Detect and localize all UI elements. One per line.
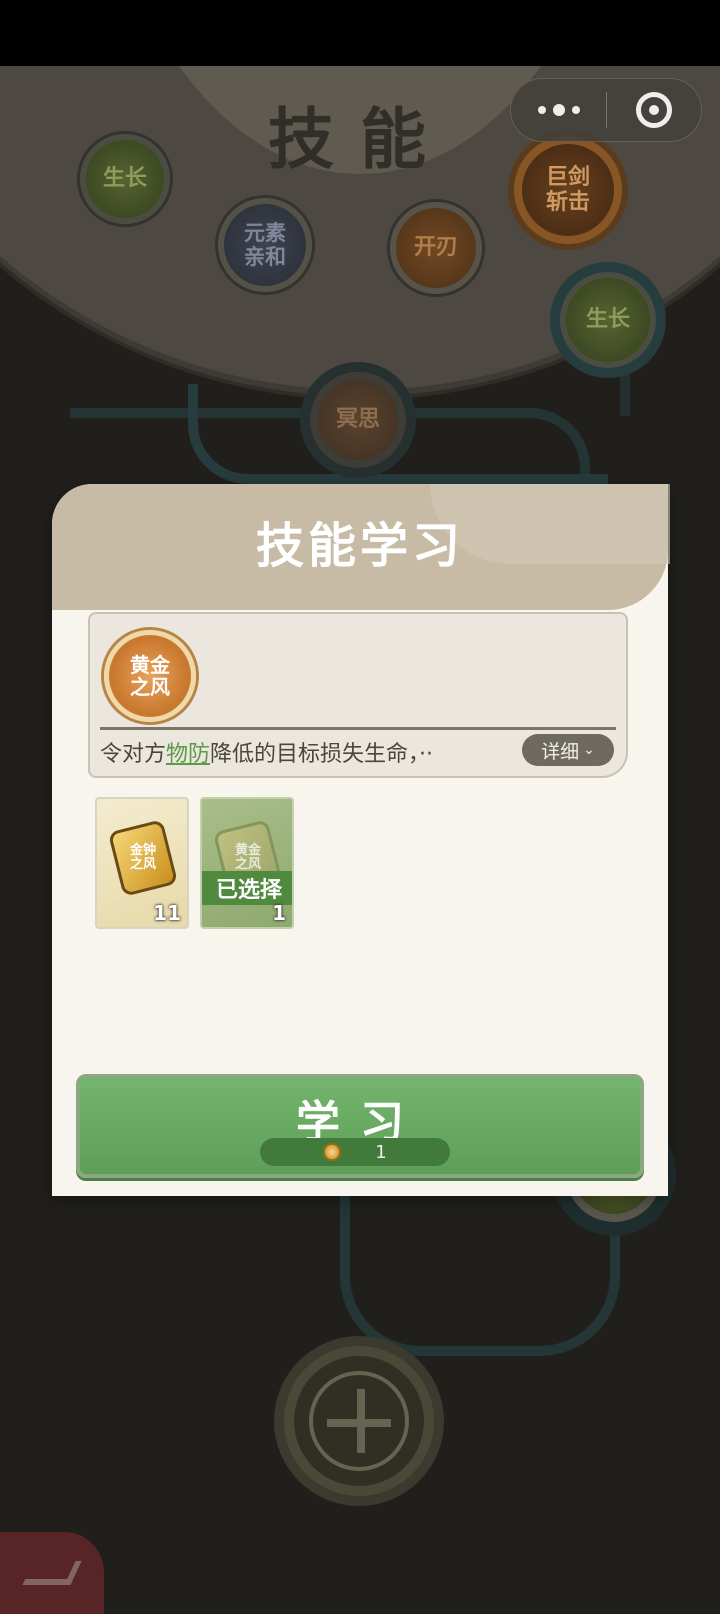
cost-pill: 1: [260, 1138, 450, 1166]
skill-book-name: 金钟之风: [129, 842, 156, 872]
skill-node-label: 生长: [102, 166, 147, 192]
dialog-title: 技能学习: [255, 518, 464, 574]
skill-info-card: 黄金之风 令对方物防降低的目标损失生命，·· 详细 ⌄: [88, 612, 628, 778]
skill-node-label: 元素亲和: [244, 220, 286, 269]
skill-learn-dialog: 技能学习 黄金之风 令对方物防降低的目标损失生命，·· 详细 ⌄ 金钟之风 11…: [52, 484, 670, 1196]
skill-node-label: 开刃: [413, 235, 458, 261]
skill-book-gem-icon: 金钟之风: [107, 819, 179, 897]
skill-description: 令对方物防降低的目标损失生命，··: [100, 736, 433, 768]
skill-node-label: 冥思: [335, 407, 380, 433]
skill-desc-keyword-link[interactable]: 物防: [166, 742, 210, 767]
skill-desc-text: 令对方: [100, 742, 167, 767]
skill-badge-name: 黄金之风: [130, 653, 170, 699]
detail-label: 详细: [541, 740, 580, 763]
status-bar: [0, 0, 720, 66]
skill-book-item-selected[interactable]: 黄金之风 已选择 1: [200, 797, 294, 929]
double-chevron-down-icon: ⌄: [583, 742, 595, 758]
skill-book-item[interactable]: 金钟之风 11: [95, 797, 189, 929]
skill-node-label: 巨剑斩击: [545, 164, 590, 215]
detail-button[interactable]: 详细 ⌄: [522, 734, 614, 766]
skill-node-label: 生长: [585, 307, 630, 333]
skill-book-name: 黄金之风: [234, 842, 261, 872]
skill-card-divider: [100, 727, 616, 730]
target-close-icon[interactable]: [607, 78, 701, 142]
item-count: 1: [272, 901, 286, 925]
learn-button[interactable]: 学习 1: [76, 1074, 644, 1178]
skill-badge: 黄金之风: [104, 630, 196, 722]
mini-program-capsule: [510, 78, 702, 142]
skill-desc-text: 降低的目标损失生命，··: [210, 742, 434, 767]
item-count: 11: [153, 901, 181, 925]
coin-icon: [323, 1143, 342, 1161]
more-dots-icon[interactable]: [511, 78, 606, 142]
selected-tag: 已选择: [202, 871, 292, 905]
cost-value: 1: [375, 1141, 387, 1163]
